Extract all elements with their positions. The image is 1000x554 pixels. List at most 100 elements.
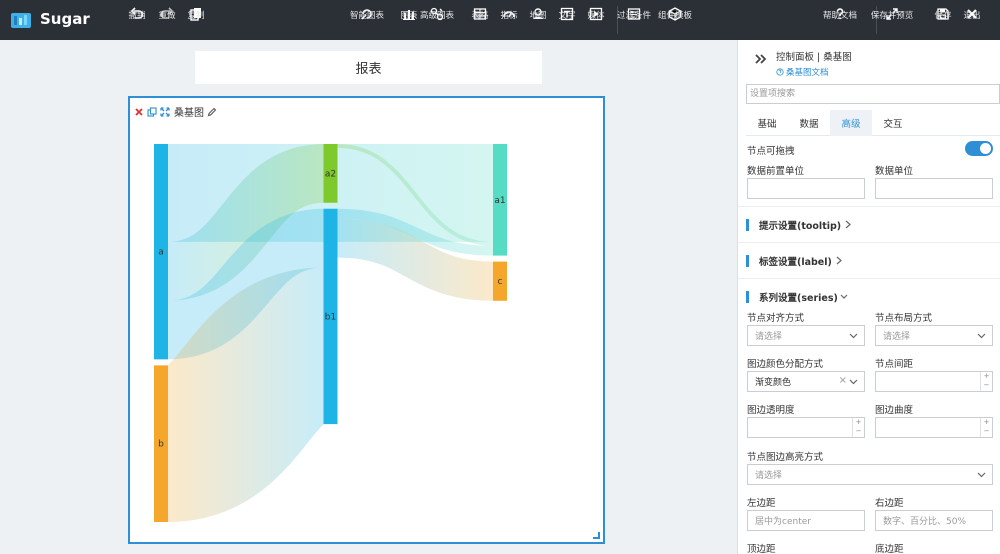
- node-layout-label: 节点布局方式: [875, 313, 933, 324]
- tab-interaction[interactable]: 交互: [872, 110, 914, 136]
- edge-color-value: 渐变颜色: [755, 378, 792, 388]
- chevron-down-icon: [977, 333, 986, 339]
- edge-curve-input[interactable]: + −: [875, 417, 993, 438]
- advanced-chart-label: 高级图表: [420, 11, 455, 21]
- right-margin-input[interactable]: 数字、百分比、50%: [875, 510, 993, 531]
- collapse-panel-icon[interactable]: [754, 52, 768, 66]
- unit-input[interactable]: [875, 178, 993, 199]
- media-button[interactable]: 媒体: [587, 7, 605, 37]
- series-section[interactable]: 系列设置(series): [738, 278, 1000, 314]
- prefix-unit-input[interactable]: [747, 178, 865, 199]
- save-label: 保存: [934, 11, 952, 21]
- highlight-select[interactable]: 请选择: [747, 464, 993, 485]
- node-align-select[interactable]: 请选择: [747, 325, 865, 346]
- label-section-title: 标签设置(label): [759, 257, 832, 268]
- settings-search-input[interactable]: [746, 84, 1000, 104]
- tooltip-section-title: 提示设置(tooltip): [759, 221, 842, 232]
- sankey-node-label-a2: a2: [325, 169, 336, 179]
- sankey-node-label-c: c: [498, 277, 503, 287]
- right-margin-placeholder: 数字、百分比、50%: [883, 517, 967, 527]
- edge-curve-label: 图边曲度: [875, 405, 914, 416]
- smart-chart-button[interactable]: 智能图表: [350, 7, 384, 37]
- node-gap-input[interactable]: + −: [875, 371, 993, 392]
- tab-basic[interactable]: 基础: [746, 110, 788, 136]
- text-label: 文字: [558, 11, 576, 21]
- save-button[interactable]: 保存: [934, 7, 952, 37]
- edge-opacity-label: 图边透明度: [747, 405, 795, 416]
- right-margin-label: 右边距: [875, 498, 904, 509]
- chart-name: 桑基图: [174, 108, 204, 119]
- redo-label: 重做: [158, 11, 176, 21]
- node-layout-value: 请选择: [883, 332, 911, 342]
- node-gap-label: 节点间距: [875, 359, 914, 370]
- sankey-doc-link[interactable]: 桑基图文档: [776, 66, 829, 78]
- map-label: 地图: [529, 11, 547, 21]
- advanced-chart-button[interactable]: 高级图表: [420, 7, 454, 37]
- map-button[interactable]: 地图: [529, 7, 547, 37]
- sankey-node-label-a1: a1: [494, 196, 505, 206]
- table-button[interactable]: 表格: [471, 7, 489, 37]
- exit-button[interactable]: 退出: [963, 7, 981, 37]
- section-marker: [746, 219, 749, 231]
- panel-title: 控制面板 | 桑基图: [776, 52, 852, 63]
- chart-button[interactable]: 图表: [401, 7, 418, 37]
- left-margin-input[interactable]: 居中为center: [747, 510, 865, 531]
- number-stepper[interactable]: + −: [980, 418, 992, 437]
- edit-pencil-icon[interactable]: [207, 107, 217, 117]
- smart-chart-label: 智能图表: [350, 11, 385, 21]
- sankey-chart-component[interactable]: 桑基图 a b a2 b1 a1 c: [128, 96, 605, 544]
- number-stepper[interactable]: + −: [980, 372, 992, 391]
- control-panel: 控制面板 | 桑基图 桑基图文档 基础 数据 高级 交互 节点可拖拽 数据前置单…: [737, 40, 1000, 554]
- edge-opacity-input[interactable]: + −: [747, 417, 865, 438]
- number-stepper[interactable]: + −: [852, 418, 864, 437]
- help-doc-button[interactable]: 帮助文档: [823, 7, 857, 37]
- help-doc-label: 帮助文档: [823, 11, 858, 21]
- resize-handle[interactable]: [593, 532, 600, 539]
- undo-button[interactable]: 撤销: [128, 7, 146, 37]
- table-label: 表格: [471, 11, 489, 21]
- panel-tabs: 基础 数据 高级 交互: [746, 110, 1000, 136]
- tab-data[interactable]: 数据: [788, 110, 830, 136]
- exit-label: 退出: [963, 11, 981, 21]
- sankey-link-b-b1[interactable]: [161, 267, 330, 522]
- report-title[interactable]: 报表: [195, 51, 542, 84]
- node-draggable-toggle[interactable]: [965, 141, 993, 156]
- prefix-unit-label: 数据前置单位: [747, 166, 805, 177]
- edge-color-select[interactable]: 渐变颜色 ×: [747, 371, 865, 392]
- save-preview-button[interactable]: 保存并预览: [871, 7, 913, 37]
- media-label: 媒体: [587, 11, 605, 21]
- editor-canvas: 报表 桑基图 a b a2 b1 a1 c: [0, 40, 737, 554]
- node-layout-select[interactable]: 请选择: [875, 325, 993, 346]
- chevron-right-icon: [845, 220, 851, 229]
- sankey-chart: a b a2 b1 a1 c: [154, 144, 507, 522]
- duplicate-icon[interactable]: [147, 106, 157, 117]
- panel-header: 控制面板 | 桑基图 桑基图文档: [738, 40, 1000, 80]
- chevron-right-icon: [836, 256, 842, 265]
- template-button[interactable]: 组件模板: [658, 7, 692, 37]
- chevron-down-icon: [977, 472, 986, 478]
- fullscreen-icon[interactable]: [160, 106, 170, 117]
- filter-button[interactable]: 过滤条件: [617, 7, 651, 37]
- sankey-node-label-b: b: [158, 440, 164, 450]
- left-margin-placeholder: 居中为center: [755, 517, 811, 527]
- indicator-label: 指标: [500, 11, 518, 21]
- tooltip-section[interactable]: 提示设置(tooltip): [738, 206, 1000, 242]
- redo-button[interactable]: 重做: [158, 7, 176, 37]
- sankey-node-label-a: a: [158, 248, 164, 258]
- clear-icon[interactable]: ×: [839, 375, 847, 386]
- sugar-logo-icon: [11, 13, 31, 28]
- copy-button[interactable]: 复制: [187, 7, 205, 37]
- save-preview-label: 保存并预览: [870, 11, 914, 21]
- copy-label: 复制: [187, 11, 205, 21]
- undo-label: 撤销: [128, 11, 146, 21]
- section-marker: [746, 291, 749, 303]
- doc-link-label: 桑基图文档: [786, 68, 829, 78]
- app-brand: Sugar: [40, 10, 90, 28]
- label-section[interactable]: 标签设置(label): [738, 242, 1000, 278]
- tab-advanced[interactable]: 高级: [830, 110, 872, 136]
- delete-icon[interactable]: [134, 107, 144, 117]
- indicator-button[interactable]: 指标: [500, 7, 518, 37]
- highlight-value: 请选择: [755, 471, 783, 481]
- chevron-down-icon: [849, 333, 858, 339]
- text-button[interactable]: 文字: [558, 7, 576, 37]
